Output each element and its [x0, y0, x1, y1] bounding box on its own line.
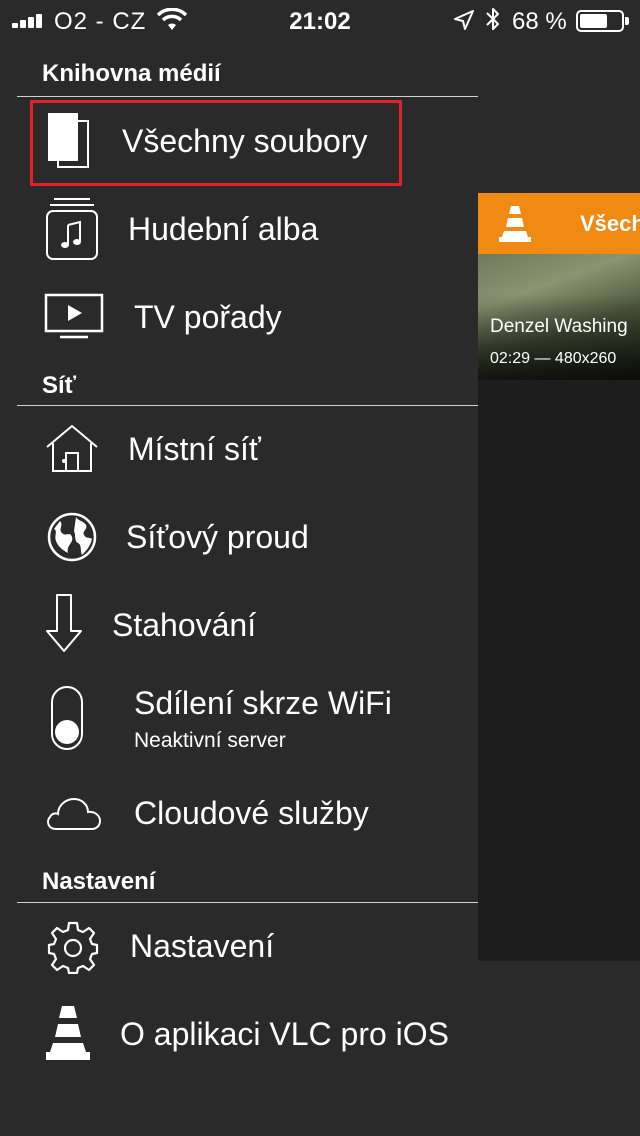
home-network-icon	[46, 424, 98, 472]
side-menu: Knihovna médií Všechny soubory Hudební a…	[0, 40, 478, 1136]
download-arrow-icon	[46, 594, 82, 652]
vlc-cone-icon	[46, 1006, 90, 1060]
vlc-cone-icon[interactable]	[498, 205, 532, 243]
video-meta: 02:29 — 480x260	[490, 350, 617, 367]
tv-icon	[44, 293, 104, 339]
section-header-settings: Nastavení	[42, 868, 156, 895]
menu-item-all-files[interactable]: Všechny soubory	[0, 99, 478, 187]
menu-item-label: Místní síť	[128, 431, 261, 467]
nav-title: Všech	[580, 211, 640, 236]
nav-bar: Všech	[478, 193, 640, 254]
menu-item-label: Hudební alba	[128, 211, 319, 247]
bluetooth-icon	[486, 8, 499, 30]
video-cell[interactable]: Denzel Washing 02:29 — 480x260	[478, 254, 640, 380]
menu-item-cloud-services[interactable]: Cloudové služby	[0, 771, 478, 859]
section-divider	[17, 405, 478, 406]
battery-icon	[576, 10, 629, 32]
menu-item-wifi-sharing[interactable]: Sdílení skrze WiFi Neaktivní server	[0, 671, 478, 771]
status-bar: O2 - CZ 21:02 68 %	[0, 0, 640, 40]
location-icon	[454, 10, 474, 30]
menu-item-label: Stahování	[112, 607, 257, 643]
menu-item-about-vlc[interactable]: O aplikaci VLC pro iOS	[0, 992, 478, 1080]
section-divider	[17, 96, 478, 97]
music-album-icon	[46, 198, 98, 260]
menu-item-label: Nastavení	[130, 928, 275, 964]
menu-item-label: Cloudové služby	[134, 795, 369, 831]
globe-icon	[47, 512, 97, 562]
menu-item-settings[interactable]: Nastavení	[0, 904, 478, 992]
menu-item-tv-shows[interactable]: TV pořady	[0, 275, 478, 363]
gear-icon	[47, 921, 99, 974]
section-header-network: Síť	[42, 372, 77, 399]
menu-item-label: Síťový proud	[126, 519, 309, 555]
battery-percent: 68 %	[512, 8, 567, 35]
menu-item-label: TV pořady	[134, 299, 282, 335]
menu-item-label: Sdílení skrze WiFi	[134, 685, 392, 721]
menu-item-label: O aplikaci VLC pro iOS	[120, 1016, 450, 1052]
menu-item-downloads[interactable]: Stahování	[0, 583, 478, 671]
menu-item-sublabel: Neaktivní server	[134, 729, 286, 752]
menu-item-label: Všechny soubory	[122, 123, 368, 159]
menu-item-local-network[interactable]: Místní síť	[0, 407, 478, 495]
menu-item-music-albums[interactable]: Hudební alba	[0, 187, 478, 275]
main-content-peek[interactable]: Všech Denzel Washing 02:29 — 480x260	[478, 193, 640, 961]
video-title: Denzel Washing	[490, 316, 628, 337]
menu-item-network-stream[interactable]: Síťový proud	[0, 495, 478, 583]
cloud-icon	[47, 797, 102, 830]
section-divider	[17, 902, 478, 903]
toggle-icon[interactable]	[50, 685, 84, 751]
section-header-media-library: Knihovna médií	[42, 60, 221, 87]
files-icon	[48, 113, 89, 168]
